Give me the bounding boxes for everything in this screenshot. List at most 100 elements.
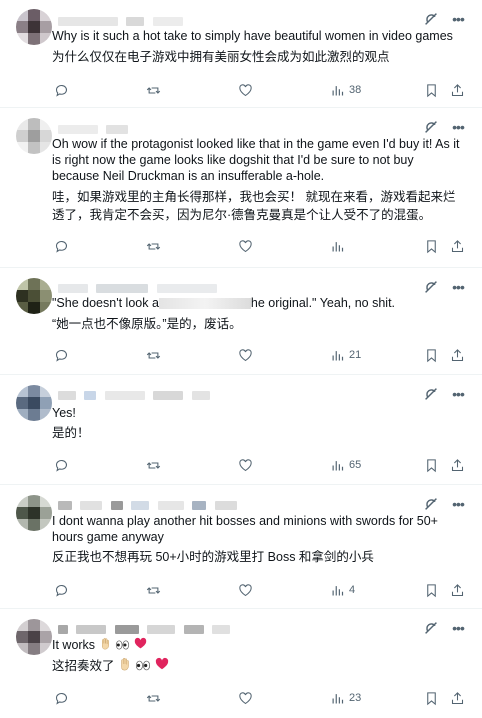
tweet-author-header[interactable] [58,121,338,135]
like-button[interactable] [238,237,253,255]
retweet-button[interactable] [146,689,161,707]
reply-button[interactable] [54,456,69,474]
tweet-author-header[interactable] [58,621,338,635]
raised-hand-emoji-icon [99,637,112,654]
bookmark-button[interactable] [424,346,439,364]
like-button[interactable] [238,689,253,707]
reply-button[interactable] [54,81,69,99]
eyes-emoji-icon [115,638,130,654]
retweet-icon [146,586,161,594]
more-icon[interactable]: ••• [450,385,466,403]
grok-icon[interactable] [422,385,440,403]
tweet[interactable]: ••• "She doesn't look a he original." Yea… [0,268,482,375]
tweet-translation: 这招奏效了 [52,657,462,676]
grok-icon[interactable] [422,10,440,28]
more-icon[interactable]: ••• [450,10,466,28]
reply-button[interactable] [54,346,69,364]
views-button[interactable]: 4 [330,581,355,599]
tweet-actions: 4 [52,581,472,599]
reply-button[interactable] [54,689,69,707]
tweet-text: "She doesn't look a he original." Yeah, n… [52,295,462,311]
reply-button[interactable] [54,237,69,255]
share-icon [451,348,464,361]
tweet[interactable]: ••• It works 这招奏效了 23 [0,609,482,718]
tweet[interactable]: ••• Oh wow if the protagonist looked lik… [0,108,482,268]
share-button[interactable] [450,81,465,99]
share-button[interactable] [450,237,465,255]
retweet-button[interactable] [146,456,161,474]
views-button[interactable]: 23 [330,689,361,707]
avatar[interactable] [16,619,52,655]
tweet-translation: 是的！ [52,426,90,440]
views-button[interactable] [330,237,349,255]
views-icon [332,585,344,595]
bookmark-button[interactable] [424,81,439,99]
tweet-actions: 21 [52,346,472,364]
views-icon [332,460,344,470]
grok-icon[interactable] [422,118,440,136]
tweet-text-start: "She doesn't look a [52,296,159,310]
tweet-author-header[interactable] [58,497,338,511]
tweet[interactable]: ••• Yes! 是的！ 65 [0,375,482,485]
like-button[interactable] [238,456,253,474]
tweet-author-header[interactable] [58,280,338,294]
tweet-actions [52,237,472,255]
like-icon [239,348,252,361]
tweet-translation: 为什么仅仅在电子游戏中拥有美丽女性会成为如此激烈的观点 [52,50,390,64]
bookmark-button[interactable] [424,581,439,599]
retweet-icon [146,351,161,359]
bookmark-icon [427,691,436,705]
share-button[interactable] [450,689,465,707]
retweet-button[interactable] [146,81,161,99]
views-count: 65 [349,459,362,471]
bookmark-icon [427,83,436,97]
avatar[interactable] [16,9,52,45]
grok-icon[interactable] [422,619,440,637]
tweet-translation: 哇，如果游戏里的主角长得那样，我也会买！ 就现在来看，游戏看起来烂透了，我肯定不… [52,190,456,222]
bookmark-button[interactable] [424,456,439,474]
views-icon [332,350,344,360]
bookmark-icon [427,239,436,253]
avatar[interactable] [16,278,52,314]
retweet-icon [146,242,161,250]
like-icon [239,458,252,471]
views-count: 38 [349,84,362,96]
tweet-author-header[interactable] [58,13,338,27]
tweet[interactable]: ••• Why is it such a hot take to simply … [0,0,482,108]
like-button[interactable] [238,81,253,99]
bookmark-button[interactable] [424,237,439,255]
reply-button[interactable] [54,581,69,599]
more-icon[interactable]: ••• [450,278,466,296]
more-icon[interactable]: ••• [450,619,466,637]
share-button[interactable] [450,581,465,599]
tweet-actions: 38 [52,81,472,99]
views-button[interactable]: 65 [330,456,361,474]
like-button[interactable] [238,346,253,364]
share-button[interactable] [450,346,465,364]
bookmark-button[interactable] [424,689,439,707]
share-icon [451,239,464,252]
grok-icon[interactable] [422,495,440,513]
like-button[interactable] [238,581,253,599]
views-button[interactable]: 38 [330,81,361,99]
retweet-button[interactable] [146,581,161,599]
avatar[interactable] [16,118,52,154]
views-button[interactable]: 21 [330,346,361,364]
retweet-button[interactable] [146,237,161,255]
tweet[interactable]: ••• I dont wanna play another hit bosses… [0,485,482,609]
avatar[interactable] [16,385,52,421]
like-icon [239,583,252,596]
share-button[interactable] [450,456,465,474]
share-icon [451,691,464,704]
grok-icon[interactable] [422,278,440,296]
tweet-author-header[interactable] [58,387,338,401]
retweet-button[interactable] [146,346,161,364]
views-count: 21 [349,349,362,361]
avatar[interactable] [16,495,52,531]
tweet-text: It works [52,637,462,654]
views-icon [332,85,344,95]
retweet-icon [146,694,161,702]
views-count: 23 [349,692,362,704]
more-icon[interactable]: ••• [450,495,466,513]
more-icon[interactable]: ••• [450,118,466,136]
